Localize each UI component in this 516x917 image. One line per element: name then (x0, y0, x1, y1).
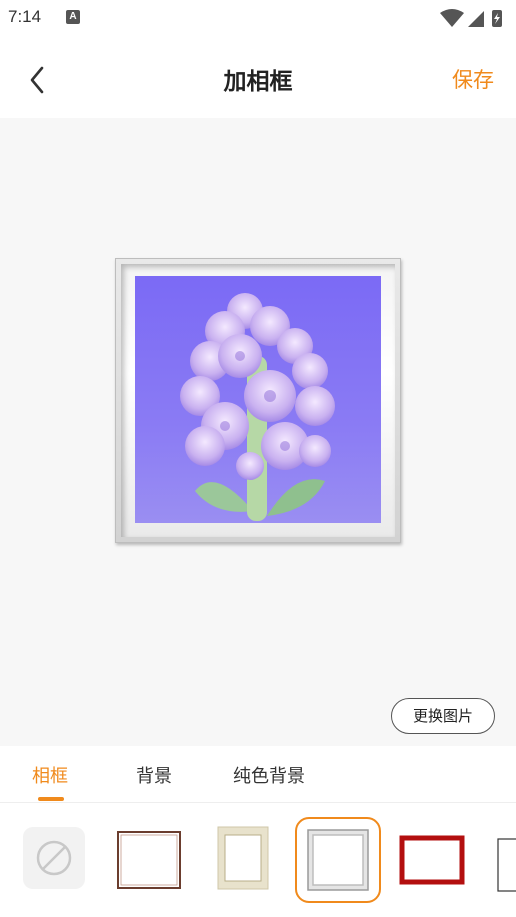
frame-option-red[interactable] (396, 817, 482, 903)
thin-brown-frame-icon (117, 831, 181, 889)
beige-wood-frame-icon (217, 826, 269, 890)
hyacinth-flower-image (180, 293, 335, 521)
tab-indicator (38, 797, 64, 801)
frame-option-thin-brown[interactable] (112, 817, 198, 903)
save-button[interactable]: 保存 (452, 64, 494, 94)
no-frame-icon (23, 827, 85, 889)
frame-options-list (0, 803, 516, 917)
silver-frame-icon (307, 829, 369, 891)
framed-photo-preview[interactable] (115, 258, 401, 543)
red-frame-icon (399, 835, 465, 885)
tab-bar: 相框 背景 纯色背景 (0, 746, 516, 803)
wifi-icon (440, 9, 464, 27)
page-title: 加相框 (223, 69, 293, 95)
frame-option-silver[interactable] (295, 817, 381, 903)
tab-background[interactable]: 背景 (136, 762, 172, 788)
tab-solid-background[interactable]: 纯色背景 (233, 762, 305, 788)
photo-image (135, 276, 381, 523)
black-frame-icon (497, 838, 516, 892)
tab-frames[interactable]: 相框 (32, 762, 68, 788)
status-icons (440, 9, 502, 27)
preview-area: 更换图片 (0, 118, 516, 746)
signal-icon (468, 11, 484, 27)
status-bar: 7:14 A (0, 0, 516, 36)
frame-option-black[interactable] (490, 817, 516, 903)
change-photo-button[interactable]: 更换图片 (391, 698, 495, 734)
notification-icon: A (66, 10, 80, 24)
frame-option-beige-wood[interactable] (210, 817, 296, 903)
frame-option-none[interactable] (20, 817, 106, 903)
top-app-bar: 加相框 保存 (0, 36, 516, 118)
status-time: 7:14 (8, 7, 42, 26)
